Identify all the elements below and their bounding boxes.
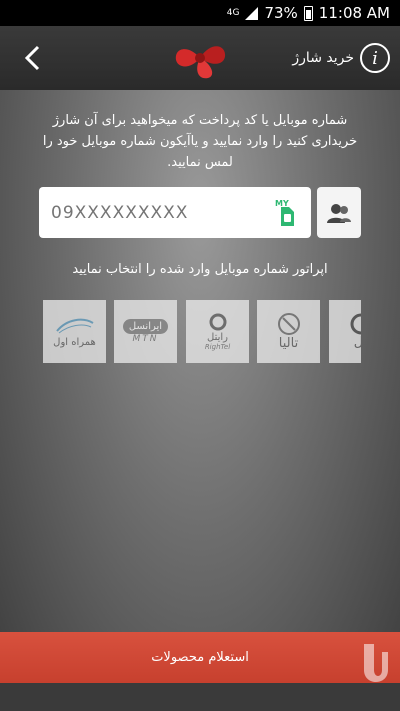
operator-partial[interactable]: تل: [329, 300, 361, 363]
page-title: خرید شارژ: [292, 50, 354, 66]
operator-irancell[interactable]: ایرانسل MTN: [114, 300, 177, 363]
clock: 11:08 AM: [318, 4, 390, 22]
operator-label: اپراتور شماره موبایل وارد شده را انتخاب …: [72, 262, 328, 277]
operator-rightel[interactable]: رایتل RighTel: [186, 300, 249, 363]
battery-percent: 73%: [264, 4, 298, 22]
info-icon: i: [372, 47, 378, 69]
phone-field[interactable]: MY: [39, 187, 311, 238]
instruction-text: شماره موبایل یا کد پرداخت که میخواهید بر…: [42, 113, 358, 170]
mci-logo-icon: [55, 318, 94, 334]
back-button[interactable]: [14, 38, 50, 78]
contact-picker-button[interactable]: [317, 187, 361, 238]
sim-badge-label: MY: [275, 198, 289, 208]
signal-icon: [245, 6, 259, 20]
app-bar: خرید شارژ i: [0, 26, 400, 90]
operator-logo-icon: [350, 313, 361, 335]
chevron-left-icon: [24, 45, 40, 71]
operator-list: همراه اول ایرانسل MTN رایتل RighTel تالی…: [43, 300, 361, 364]
operator-name: تالیا: [278, 336, 299, 351]
operator-name: همراه اول: [53, 337, 96, 348]
operator-sub: RighTel: [204, 343, 231, 351]
rightel-logo-icon: [209, 313, 226, 331]
operator-name: تل: [353, 335, 361, 350]
operator-talia[interactable]: تالیا: [257, 300, 320, 363]
status-bar: 4G 73% 11:08 AM: [0, 0, 400, 26]
app-logo: [175, 46, 226, 79]
bottom-strip: [0, 683, 400, 711]
title-group: خرید شارژ i: [292, 43, 390, 73]
info-button[interactable]: i: [360, 43, 390, 73]
operator-name: رایتل: [207, 332, 228, 343]
sim-card-icon: MY: [275, 199, 299, 227]
operator-name: ایرانسل: [122, 319, 169, 334]
inquire-products-button[interactable]: استعلام محصولات: [0, 632, 400, 683]
talia-logo-icon: [277, 313, 300, 335]
operator-mci[interactable]: همراه اول: [43, 300, 106, 363]
contact-icon: [327, 203, 351, 223]
network-indicator: 4G: [226, 7, 240, 18]
phone-input[interactable]: [51, 202, 251, 223]
operator-sub: MTN: [132, 334, 159, 344]
battery-icon: [303, 5, 313, 21]
